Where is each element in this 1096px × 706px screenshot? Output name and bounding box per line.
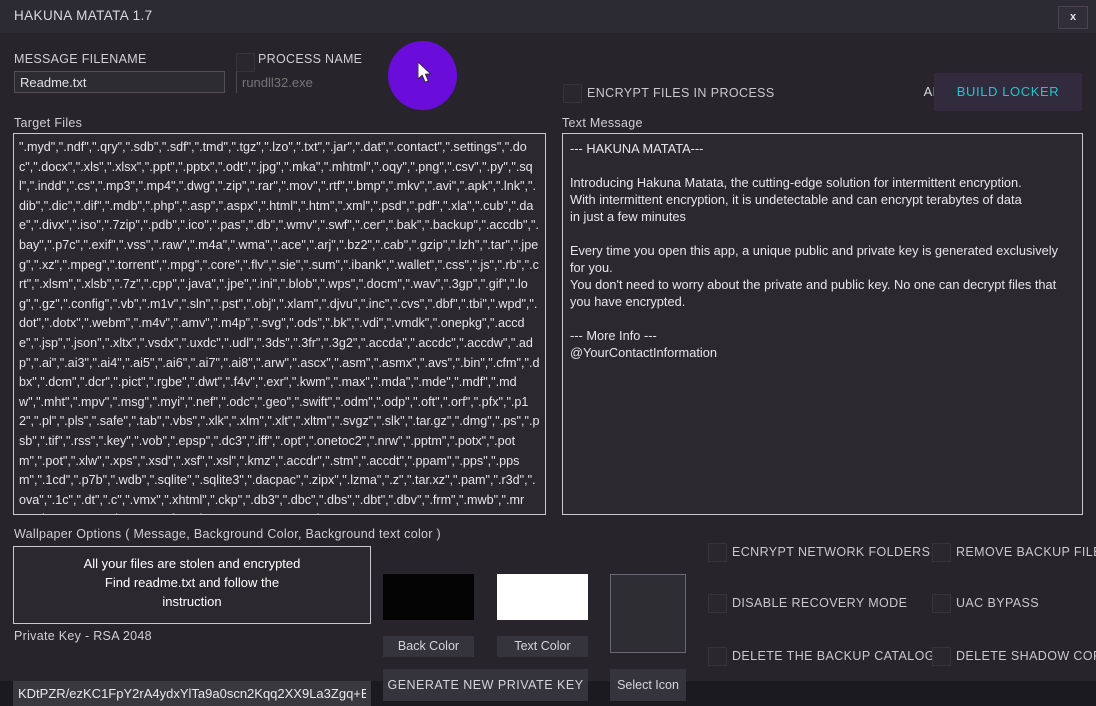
process-name-input[interactable] (236, 71, 411, 93)
text-color-button[interactable]: Text Color (497, 636, 588, 657)
label-remove-backup-files: REMOVE BACKUP FILES (956, 545, 1096, 559)
window-title: HAKUNA MATATA 1.7 (14, 8, 153, 23)
process-name-checkbox[interactable] (236, 53, 255, 72)
checkbox-encrypt-network-folders[interactable] (708, 543, 727, 562)
back-color-button[interactable]: Back Color (383, 636, 474, 657)
build-locker-button[interactable]: BUILD LOCKER (934, 73, 1082, 111)
text-message-label: Text Message (562, 116, 643, 130)
encrypt-files-in-process-label: ENCRYPT FILES IN PROCESS (587, 86, 775, 100)
label-encrypt-network-folders: ECNRYPT NETWORK FOLDERS (732, 545, 931, 559)
generate-new-private-key-button[interactable]: GENERATE NEW PRIVATE KEY (383, 669, 588, 701)
back-color-swatch[interactable] (383, 574, 474, 620)
target-files-textarea[interactable]: ".myd",".ndf",".qry",".sdb",".sdf",".tmd… (13, 133, 546, 515)
select-icon-button[interactable]: Select Icon (610, 669, 686, 701)
target-files-label: Target Files (14, 116, 83, 130)
label-disable-recovery-mode: DISABLE RECOVERY MODE (732, 596, 908, 610)
checkbox-delete-backup-catalog[interactable] (708, 647, 727, 666)
checkbox-disable-recovery-mode[interactable] (708, 594, 727, 613)
message-filename-label: MESSAGE FILENAME (14, 52, 147, 66)
label-uac-bypass: UAC BYPASS (956, 596, 1039, 610)
private-key-input[interactable] (13, 681, 371, 706)
wallpaper-options-label: Wallpaper Options ( Message, Background … (14, 527, 441, 541)
label-delete-shadow-copies: DELETE SHADOW COPIES (956, 649, 1096, 663)
checkbox-delete-shadow-copies[interactable] (932, 647, 951, 666)
private-key-label: Private Key - RSA 2048 (14, 629, 152, 643)
text-message-textarea[interactable]: --- HAKUNA MATATA--- Introducing Hakuna … (562, 133, 1083, 515)
close-button[interactable]: x (1058, 6, 1088, 29)
app-body: MESSAGE FILENAME PROCESS NAME ENCRYPT FI… (0, 33, 1096, 706)
process-name-label: PROCESS NAME (258, 52, 363, 66)
wallpaper-message-preview[interactable]: All your files are stolen and encrypted … (13, 546, 371, 624)
checkbox-uac-bypass[interactable] (932, 594, 951, 613)
checkbox-remove-backup-files[interactable] (932, 543, 951, 562)
encrypt-files-in-process-checkbox[interactable] (563, 84, 582, 103)
title-bar: HAKUNA MATATA 1.7 x (0, 0, 1096, 34)
label-delete-backup-catalog: DELETE THE BACKUP CATALOG (732, 649, 935, 663)
icon-preview-box[interactable] (610, 574, 686, 653)
message-filename-input[interactable] (14, 71, 225, 93)
text-color-swatch[interactable] (497, 574, 588, 620)
